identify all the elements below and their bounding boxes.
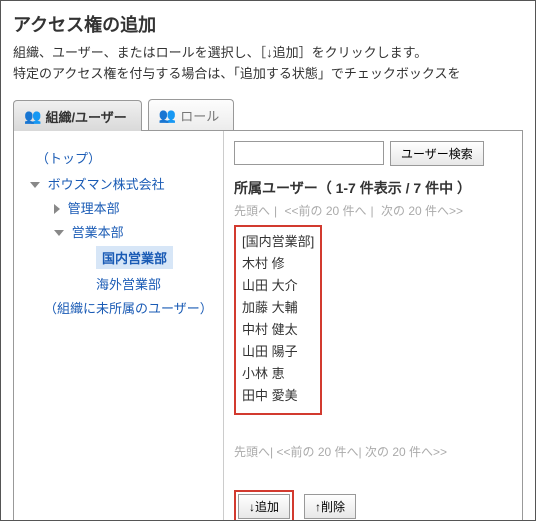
- pager-prev[interactable]: <<前の 20 件へ: [284, 204, 366, 218]
- instructions-line1: 組織、ユーザー、またはロールを選択し、［↓追加］をクリックします。: [13, 43, 523, 64]
- list-item[interactable]: 中村 健太: [242, 319, 314, 341]
- pager-first[interactable]: 先頭へ: [234, 204, 270, 218]
- search-input[interactable]: [234, 141, 384, 165]
- pager-top: 先頭へ| <<前の 20 件へ| 次の 20 件へ>>: [234, 202, 512, 219]
- chevron-down-icon[interactable]: [54, 230, 64, 236]
- tab-org-user-label: 組織/ユーザー: [45, 107, 126, 126]
- pager-bottom: 先頭へ| <<前の 20 件へ| 次の 20 件へ>>: [234, 443, 512, 460]
- tree-top[interactable]: （トップ）: [30, 146, 107, 169]
- pager-first-bottom[interactable]: 先頭へ: [234, 445, 270, 459]
- user-list-title: 所属ユーザー（ 1-7 件表示 / 7 件中 ）: [234, 178, 512, 198]
- people-icon: 👥: [159, 107, 176, 124]
- user-list[interactable]: [国内営業部] 木村 修 山田 大介 加藤 大輔 中村 健太 山田 陽子 小林 …: [234, 225, 322, 416]
- org-tree: （トップ） ボウズマン株式会社 管理本部 営業本部 国内営業部: [14, 131, 224, 521]
- tab-role-label: ロール: [180, 106, 219, 125]
- add-button[interactable]: ↓追加: [238, 494, 290, 519]
- pager-prev-bottom[interactable]: <<前の 20 件へ: [276, 445, 358, 459]
- user-group-header: [国内営業部]: [242, 231, 314, 253]
- user-search-button[interactable]: ユーザー検索: [390, 141, 484, 166]
- list-item[interactable]: 山田 陽子: [242, 341, 314, 363]
- chevron-down-icon[interactable]: [30, 182, 40, 188]
- tree-sales-dept[interactable]: 営業本部: [72, 225, 124, 240]
- pager-next-bottom[interactable]: 次の 20 件へ>>: [365, 445, 447, 459]
- page-title: アクセス権の追加: [13, 11, 523, 37]
- people-icon: 👥: [24, 108, 41, 125]
- list-item[interactable]: 小林 恵: [242, 363, 314, 385]
- tree-overseas-sales[interactable]: 海外営業部: [96, 277, 161, 292]
- tree-domestic-sales[interactable]: 国内営業部: [96, 246, 173, 269]
- tab-role[interactable]: 👥 ロール: [148, 99, 234, 130]
- tabs: 👥 組織/ユーザー 👥 ロール: [13, 99, 523, 131]
- pager-next[interactable]: 次の 20 件へ>>: [381, 204, 463, 218]
- remove-button[interactable]: ↑削除: [304, 494, 356, 519]
- list-item[interactable]: 田中 愛美: [242, 385, 314, 407]
- tab-org-user[interactable]: 👥 組織/ユーザー: [13, 100, 142, 131]
- list-item[interactable]: 加藤 大輔: [242, 297, 314, 319]
- tree-admin-dept[interactable]: 管理本部: [68, 201, 120, 216]
- tree-unassigned[interactable]: （組織に未所属のユーザー）: [44, 301, 213, 316]
- list-item[interactable]: 山田 大介: [242, 275, 314, 297]
- instructions-line2: 特定のアクセス権を付与する場合は、「追加する状態」でチェックボックスを: [13, 64, 523, 85]
- list-item[interactable]: 木村 修: [242, 253, 314, 275]
- tree-company[interactable]: ボウズマン株式会社: [48, 177, 165, 192]
- chevron-right-icon[interactable]: [54, 204, 60, 214]
